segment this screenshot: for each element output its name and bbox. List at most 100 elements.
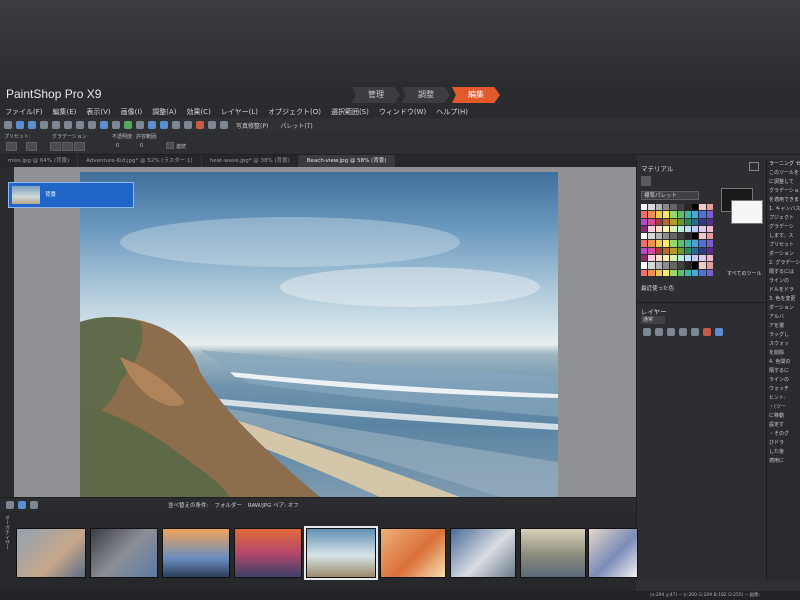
color-swatch[interactable]	[692, 240, 699, 247]
color-swatch[interactable]	[677, 204, 684, 211]
crop-icon[interactable]	[112, 121, 120, 129]
color-swatch[interactable]	[641, 262, 648, 269]
color-swatch[interactable]	[699, 247, 706, 255]
color-swatch[interactable]	[662, 225, 670, 233]
color-swatch[interactable]	[648, 218, 655, 225]
color-swatch[interactable]	[648, 269, 655, 276]
color-swatch[interactable]	[684, 233, 692, 240]
layer-row-background[interactable]: 背景	[8, 182, 134, 208]
color-swatch[interactable]	[677, 233, 684, 240]
color-swatch[interactable]	[706, 240, 713, 247]
color-swatch[interactable]	[662, 255, 670, 262]
organizer-info-icon[interactable]	[30, 501, 38, 509]
menu-view[interactable]: 表示(V)	[81, 107, 115, 117]
gradient-radial-icon[interactable]	[62, 142, 73, 151]
color-swatch[interactable]	[662, 204, 670, 211]
paste-icon[interactable]	[100, 121, 108, 129]
color-swatch[interactable]	[648, 262, 655, 269]
color-swatch[interactable]	[706, 262, 713, 269]
organizer-grid-icon[interactable]	[18, 501, 26, 509]
menu-adjust[interactable]: 調整(A)	[147, 107, 181, 117]
color-swatch[interactable]	[655, 262, 662, 269]
color-swatch[interactable]	[648, 233, 655, 240]
color-swatch[interactable]	[699, 255, 706, 262]
color-swatch[interactable]	[648, 211, 655, 218]
tolerance-value[interactable]: 0	[140, 143, 143, 149]
color-swatch[interactable]	[662, 240, 670, 247]
menu-help[interactable]: ヘルプ(H)	[431, 107, 473, 117]
color-swatch[interactable]	[684, 262, 692, 269]
color-swatch[interactable]	[641, 204, 648, 211]
flip-icon[interactable]	[136, 121, 144, 129]
blend-mode-select[interactable]: 通常	[641, 316, 665, 324]
color-swatch[interactable]	[677, 255, 684, 262]
color-swatch[interactable]	[670, 211, 677, 218]
panel-close-icon[interactable]	[749, 162, 759, 171]
color-swatch[interactable]	[655, 269, 662, 276]
color-swatch[interactable]	[706, 225, 713, 233]
organizer-view-icon[interactable]	[6, 501, 14, 509]
raw-pair-dropdown[interactable]: RAW/JPG ペア: オフ	[248, 501, 299, 509]
swatch-grid[interactable]	[641, 204, 713, 276]
color-swatch[interactable]	[670, 204, 677, 211]
menu-edit[interactable]: 編集(E)	[48, 107, 82, 117]
color-swatch[interactable]	[648, 255, 655, 262]
color-swatch[interactable]	[648, 225, 655, 233]
cut-icon[interactable]	[76, 121, 84, 129]
doc-tab-miss[interactable]: miss.jpg @ 64% (背景)	[0, 155, 79, 167]
delete-layer-icon[interactable]	[703, 328, 711, 336]
color-swatch[interactable]	[655, 247, 662, 255]
color-swatch[interactable]	[677, 262, 684, 269]
color-swatch[interactable]	[662, 247, 670, 255]
color-swatch[interactable]	[684, 269, 692, 276]
color-swatch[interactable]	[692, 262, 699, 269]
girl-flowers-thumbnail[interactable]	[380, 528, 446, 578]
color-swatch[interactable]	[662, 262, 670, 269]
color-swatch[interactable]	[706, 218, 713, 225]
color-swatch[interactable]	[699, 269, 706, 276]
menu-objects[interactable]: オブジェクト(O)	[263, 107, 326, 117]
color-swatch[interactable]	[706, 247, 713, 255]
color-swatch[interactable]	[692, 204, 699, 211]
color-swatch[interactable]	[677, 269, 684, 276]
color-swatch[interactable]	[684, 240, 692, 247]
color-swatch[interactable]	[655, 204, 662, 211]
menu-file[interactable]: ファイル(F)	[0, 107, 48, 117]
color-swatch[interactable]	[662, 211, 670, 218]
color-swatch[interactable]	[641, 218, 648, 225]
phone-photo-thumbnail[interactable]	[90, 528, 158, 578]
color-swatch[interactable]	[692, 218, 699, 225]
mask-icon[interactable]	[667, 328, 675, 336]
color-swatch[interactable]	[648, 204, 655, 211]
color-swatch[interactable]	[692, 255, 699, 262]
copy-icon[interactable]	[88, 121, 96, 129]
open-folder-icon[interactable]	[16, 121, 24, 129]
color-swatch[interactable]	[706, 255, 713, 262]
color-swatch[interactable]	[641, 233, 648, 240]
tools-icon[interactable]	[196, 121, 204, 129]
gradient-linear-icon[interactable]	[50, 142, 61, 151]
color-swatch[interactable]	[706, 211, 713, 218]
group-icon[interactable]	[679, 328, 687, 336]
color-swatch[interactable]	[641, 255, 648, 262]
color-swatch[interactable]	[692, 269, 699, 276]
menu-window[interactable]: ウィンドウ(W)	[374, 107, 431, 117]
doc-tab-adventure-kid[interactable]: Adventure-Kid.jpg* @ 52% (ラスター 1)	[78, 155, 202, 167]
beach-photo-canvas[interactable]	[80, 172, 558, 497]
child-winter-thumbnail[interactable]	[16, 528, 86, 578]
color-swatch[interactable]	[670, 233, 677, 240]
color-swatch[interactable]	[706, 269, 713, 276]
folder-dropdown[interactable]: フォルダー	[214, 501, 242, 509]
layers-icon[interactable]	[220, 121, 228, 129]
zoom-in-icon[interactable]	[148, 121, 156, 129]
doc-tab-heat-wave[interactable]: heat-wave.jpg* @ 38% (背景)	[202, 155, 299, 167]
menu-effects[interactable]: 効果(C)	[181, 107, 215, 117]
opacity-value[interactable]: 0	[116, 143, 119, 149]
color-swatch[interactable]	[655, 225, 662, 233]
color-swatch[interactable]	[699, 225, 706, 233]
color-swatch[interactable]	[655, 240, 662, 247]
color-swatch[interactable]	[655, 211, 662, 218]
preset-dropdown[interactable]	[6, 142, 17, 151]
couple-car-thumbnail[interactable]	[450, 528, 516, 578]
color-swatch[interactable]	[692, 233, 699, 240]
